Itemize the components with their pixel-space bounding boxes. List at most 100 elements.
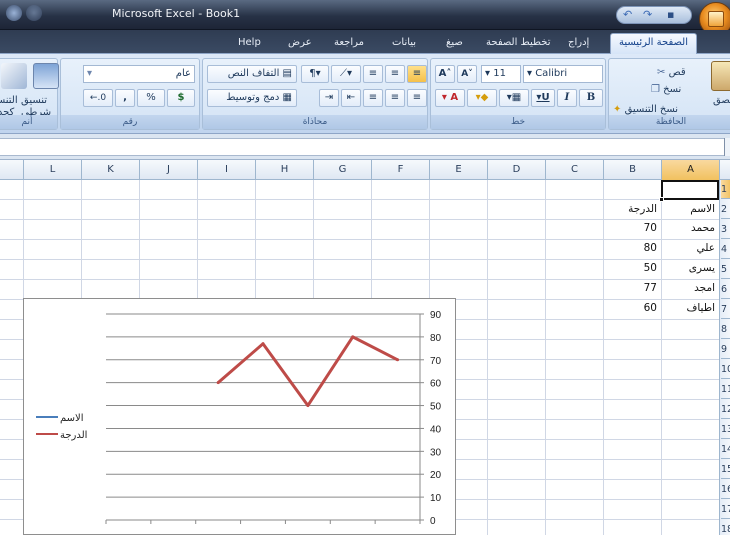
- align-top-icon[interactable]: ≡: [363, 65, 383, 83]
- row-header[interactable]: 18: [721, 520, 730, 535]
- cell-b2-header-grade[interactable]: الدرجة: [603, 200, 661, 219]
- row-header[interactable]: 17: [721, 500, 730, 519]
- align-middle-icon[interactable]: ≡: [385, 65, 405, 83]
- row-header[interactable]: 8: [721, 320, 730, 339]
- row-header[interactable]: 5: [721, 260, 730, 279]
- shrink-font-button[interactable]: A˅: [457, 65, 477, 83]
- name-box-edge[interactable]: [724, 138, 730, 156]
- merge-center-button[interactable]: دمج وتوسيط ▦: [207, 89, 297, 107]
- conditional-format-icon[interactable]: [1, 63, 27, 89]
- tab-insert[interactable]: إدراج: [568, 37, 589, 48]
- bold-button[interactable]: B: [579, 89, 603, 107]
- align-left-icon[interactable]: ≡: [407, 89, 427, 107]
- cell-a2-header-name[interactable]: الاسم: [661, 200, 719, 219]
- cell-name[interactable]: امجد: [661, 279, 719, 298]
- column-header[interactable]: C: [545, 160, 603, 180]
- orientation-button[interactable]: ⟋▾: [331, 65, 361, 83]
- column-header[interactable]: H: [255, 160, 313, 180]
- align-right-icon[interactable]: ≡: [363, 89, 383, 107]
- row-header[interactable]: 13: [721, 420, 730, 439]
- column-header[interactable]: I: [197, 160, 255, 180]
- row-header[interactable]: 16: [721, 480, 730, 499]
- row-header[interactable]: 3: [721, 220, 730, 239]
- tab-formulas[interactable]: صيغ: [446, 37, 463, 48]
- row-header[interactable]: 15: [721, 460, 730, 479]
- fill-color-icon[interactable]: ▾◆: [467, 89, 497, 107]
- percent-style-button[interactable]: %: [137, 89, 165, 107]
- row-header[interactable]: 9: [721, 340, 730, 359]
- column-header[interactable]: J: [139, 160, 197, 180]
- comma-style-button[interactable]: ,: [115, 89, 135, 107]
- chart-series-line-grade[interactable]: [217, 335, 399, 408]
- currency-button[interactable]: $: [167, 89, 195, 107]
- undo-icon[interactable]: ↶: [623, 8, 632, 21]
- tab-view[interactable]: عرض: [288, 37, 312, 48]
- column-header[interactable]: E: [429, 160, 487, 180]
- cell-grade[interactable]: 70: [603, 219, 661, 238]
- borders-icon[interactable]: ▾▦: [499, 89, 529, 107]
- increase-indent-icon[interactable]: ⇥: [319, 89, 339, 107]
- row-header[interactable]: 10: [721, 360, 730, 379]
- chart-data-point[interactable]: [216, 381, 220, 385]
- row-header[interactable]: 2: [721, 200, 730, 219]
- text-direction-button[interactable]: ¶▾: [301, 65, 329, 83]
- cell-name[interactable]: محمد: [661, 219, 719, 238]
- formula-input[interactable]: [0, 138, 730, 156]
- chevron-down-icon[interactable]: ▾: [87, 68, 92, 79]
- column-header[interactable]: B: [603, 160, 661, 180]
- column-header[interactable]: K: [81, 160, 139, 180]
- cell-grade[interactable]: 77: [603, 279, 661, 298]
- window-menu-icon[interactable]: [6, 5, 22, 21]
- chart-data-point[interactable]: [351, 335, 355, 339]
- align-bottom-icon[interactable]: ≡: [407, 65, 427, 83]
- column-header[interactable]: D: [487, 160, 545, 180]
- column-header[interactable]: F: [371, 160, 429, 180]
- underline-button[interactable]: ▾U: [531, 89, 555, 107]
- decrease-decimal-button[interactable]: ←.0: [83, 89, 113, 107]
- grow-font-button[interactable]: A˄: [435, 65, 455, 83]
- row-header[interactable]: 7: [721, 300, 730, 319]
- row-header[interactable]: 6: [721, 280, 730, 299]
- cell-name[interactable]: علي: [661, 239, 719, 258]
- select-all-corner[interactable]: [720, 160, 730, 180]
- redo-icon[interactable]: ↷: [643, 8, 652, 21]
- number-format-select[interactable]: عام: [83, 65, 195, 83]
- window-control-icon[interactable]: [26, 5, 42, 21]
- italic-button[interactable]: I: [557, 89, 577, 107]
- column-header[interactable]: L: [23, 160, 81, 180]
- tab-page-layout[interactable]: تخطيط الصفحة: [486, 37, 551, 48]
- tab-home[interactable]: الصفحة الرئيسية: [610, 33, 697, 54]
- cut-button[interactable]: ✂ قص: [657, 67, 686, 78]
- row-header[interactable]: 4: [721, 240, 730, 259]
- decrease-indent-icon[interactable]: ⇤: [341, 89, 361, 107]
- line-chart[interactable]: 0 10 20 30 40 50 60 70 80 90 الاسم الدرجة: [23, 298, 456, 535]
- format-as-table-label[interactable]: التنس: [0, 95, 18, 106]
- paste-icon[interactable]: [711, 61, 730, 91]
- align-center-icon[interactable]: ≡: [385, 89, 405, 107]
- chart-data-point[interactable]: [261, 342, 265, 346]
- active-cell-cursor[interactable]: [659, 180, 719, 202]
- cell-grade[interactable]: 50: [603, 259, 661, 278]
- fill-handle[interactable]: [659, 197, 664, 202]
- format-painter-button[interactable]: ✦ نسخ التنسيق: [613, 104, 678, 115]
- font-size-select[interactable]: ▾ 11: [481, 65, 521, 83]
- font-name-select[interactable]: ▾ Calibri: [523, 65, 603, 83]
- paste-label[interactable]: لصق: [713, 95, 730, 106]
- row-header[interactable]: 1: [721, 180, 730, 199]
- cell-grade[interactable]: 80: [603, 239, 661, 258]
- wrap-text-button[interactable]: التفاف النص ▤: [207, 65, 297, 83]
- column-header[interactable]: G: [313, 160, 371, 180]
- cell-name[interactable]: يسرى: [661, 259, 719, 278]
- cell-grade[interactable]: 60: [603, 299, 661, 318]
- tab-data[interactable]: بيانات: [392, 37, 416, 48]
- font-color-button[interactable]: ▾ A: [435, 89, 465, 107]
- row-header[interactable]: 11: [721, 380, 730, 399]
- chart-data-point[interactable]: [306, 404, 310, 408]
- tab-help[interactable]: Help: [238, 37, 261, 48]
- column-header[interactable]: A: [661, 160, 719, 180]
- tab-review[interactable]: مراجعة: [334, 37, 364, 48]
- conditional-format-label[interactable]: تنسيق: [21, 95, 47, 106]
- chart-data-point[interactable]: [396, 358, 400, 362]
- row-header[interactable]: 14: [721, 440, 730, 459]
- row-header[interactable]: 12: [721, 400, 730, 419]
